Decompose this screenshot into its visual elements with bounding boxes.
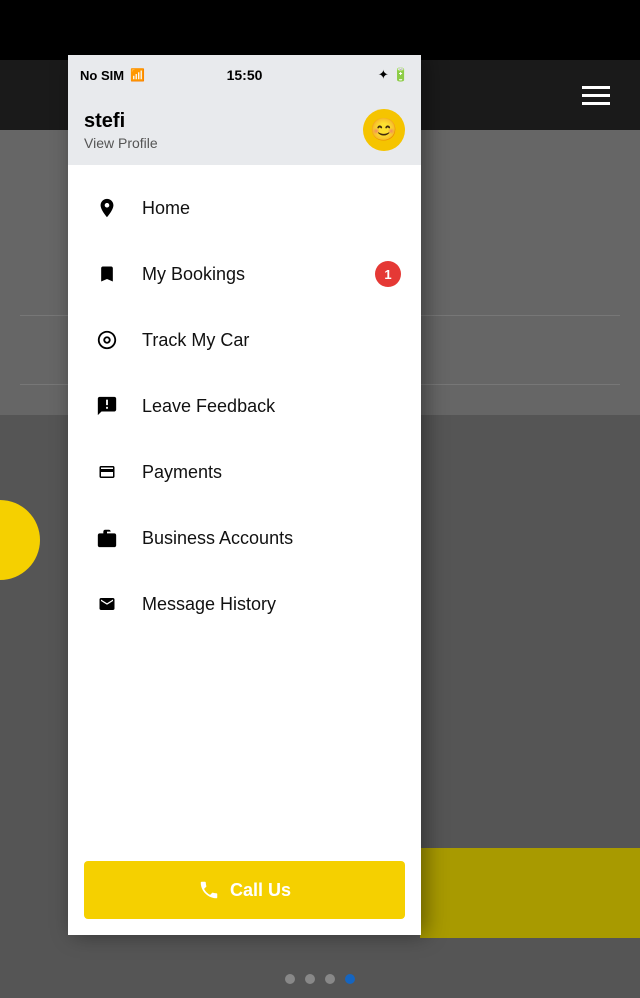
bluetooth-icon: ✦ <box>378 67 389 83</box>
call-us-label: Call Us <box>230 880 291 901</box>
menu-item-payments[interactable]: Payments <box>68 439 421 505</box>
business-label: Business Accounts <box>142 528 293 549</box>
drawer-statusbar: No SIM 📶 15:50 ✦ 🔋 <box>68 55 421 95</box>
menu-item-leave-feedback[interactable]: Leave Feedback <box>68 373 421 439</box>
statusbar-right-icons: ✦ 🔋 <box>378 67 409 83</box>
dot-2 <box>305 974 315 984</box>
call-us-button[interactable]: Call Us <box>84 861 405 919</box>
dot-1 <box>285 974 295 984</box>
menu-item-track-my-car[interactable]: Track My Car <box>68 307 421 373</box>
profile-name: stefi <box>84 110 158 133</box>
page-indicators <box>285 974 355 984</box>
hamburger-icon[interactable] <box>582 86 610 105</box>
view-profile-link[interactable]: View Profile <box>84 135 158 151</box>
home-icon <box>92 193 122 223</box>
business-icon <box>92 523 122 553</box>
dot-4-active <box>345 974 355 984</box>
statusbar-time: 15:50 <box>227 67 263 83</box>
track-car-icon <box>92 325 122 355</box>
drawer-footer: Call Us <box>68 845 421 935</box>
home-label: Home <box>142 198 190 219</box>
wifi-icon: 📶 <box>130 68 145 82</box>
phone-icon <box>198 879 220 901</box>
menu-item-home[interactable]: Home <box>68 175 421 241</box>
bg-statusbar <box>0 0 640 60</box>
menu-item-message-history[interactable]: Message History <box>68 571 421 637</box>
menu-item-business-accounts[interactable]: Business Accounts <box>68 505 421 571</box>
message-history-label: Message History <box>142 594 276 615</box>
bg-yellow-bottom <box>420 848 640 938</box>
drawer-menu: Home My Bookings 1 Track My Car <box>68 165 421 845</box>
bg-yellow-circle <box>0 500 40 580</box>
menu-item-my-bookings[interactable]: My Bookings 1 <box>68 241 421 307</box>
bookings-icon <box>92 259 122 289</box>
bookings-badge: 1 <box>375 261 401 287</box>
feedback-label: Leave Feedback <box>142 396 275 417</box>
dot-3 <box>325 974 335 984</box>
battery-icon: 🔋 <box>393 67 409 83</box>
track-car-label: Track My Car <box>142 330 249 351</box>
profile-header[interactable]: stefi View Profile 😊 <box>68 95 421 165</box>
bookings-label: My Bookings <box>142 264 245 285</box>
avatar-icon: 😊 <box>370 117 397 143</box>
statusbar-carrier: No SIM 📶 <box>80 68 145 83</box>
payments-label: Payments <box>142 462 222 483</box>
navigation-drawer: No SIM 📶 15:50 ✦ 🔋 stefi View Profile 😊 … <box>68 55 421 935</box>
profile-info: stefi View Profile <box>84 110 158 151</box>
avatar[interactable]: 😊 <box>363 109 405 151</box>
payments-icon <box>92 457 122 487</box>
message-history-icon <box>92 589 122 619</box>
carrier-label: No SIM <box>80 68 124 83</box>
feedback-icon <box>92 391 122 421</box>
